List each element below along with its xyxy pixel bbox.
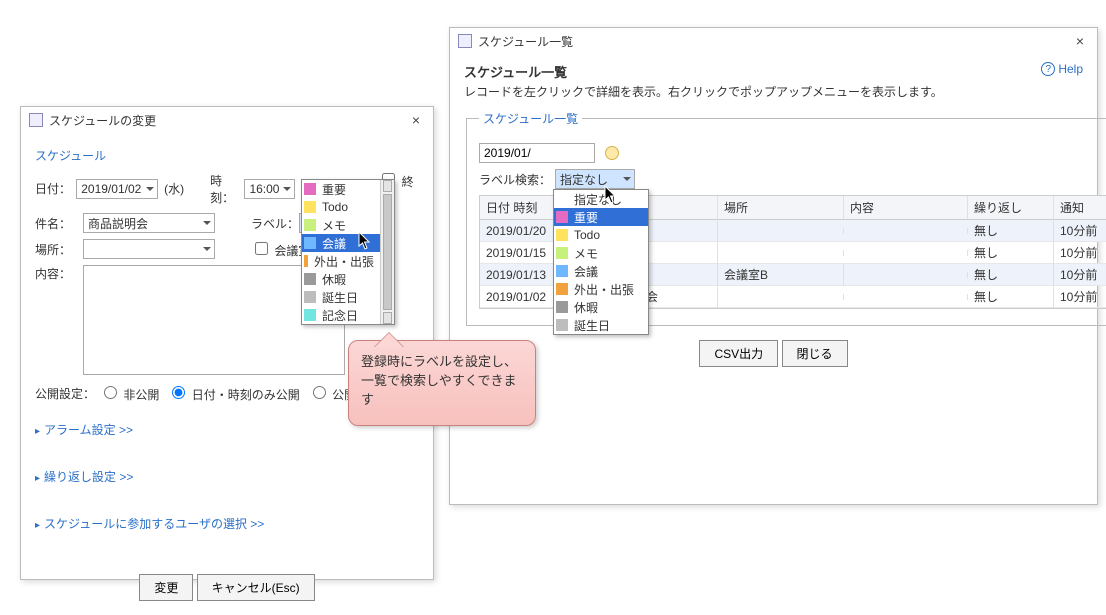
table-cell: 無し xyxy=(968,263,1054,286)
col-content[interactable]: 内容 xyxy=(844,196,968,219)
dropdown-option[interactable]: 指定なし xyxy=(554,190,648,208)
label-filter-dropdown[interactable]: 指定なし重要Todoメモ会議外出・出張休暇誕生日 xyxy=(553,189,649,335)
publish-opt-1[interactable]: 日付・時刻のみ公開 xyxy=(167,383,299,403)
dropdown-option[interactable]: 誕生日 xyxy=(302,288,380,306)
table-cell xyxy=(718,250,844,256)
labeltag-label: ラベル： xyxy=(251,215,299,232)
label-filter-field[interactable]: 指定なし xyxy=(555,169,635,189)
table-cell: 無し xyxy=(968,285,1054,308)
dropdown-option[interactable]: 誕生日 xyxy=(554,316,648,334)
content-label: 内容： xyxy=(35,265,83,282)
close-icon[interactable]: × xyxy=(1071,33,1089,49)
date-label: 日付： xyxy=(35,180,76,197)
table-cell: 10分前 xyxy=(1054,263,1106,286)
dropdown-option[interactable]: 会議 xyxy=(302,234,380,252)
members-expander[interactable]: スケジュールに参加するユーザの選択 >> xyxy=(35,515,419,532)
dropdown-option[interactable]: 会議 xyxy=(554,262,648,280)
subject-label: 件名： xyxy=(35,215,83,232)
weekday-label: (水) xyxy=(164,180,184,197)
label-filter-label: ラベル検索： xyxy=(479,171,551,188)
ok-button[interactable]: 変更 xyxy=(139,574,193,601)
dropdown-option[interactable]: 重要 xyxy=(554,208,648,226)
edit-titlebar: スケジュールの変更 × xyxy=(21,107,433,133)
table-cell: 10分前 xyxy=(1054,219,1106,242)
list-description: レコードを左クリックで詳細を表示。右クリックでポップアップメニューを表示します。 xyxy=(464,83,1041,100)
table-cell xyxy=(844,228,968,234)
hint-icon[interactable] xyxy=(605,146,619,160)
calendar-icon xyxy=(29,113,43,127)
dropdown-option[interactable]: 記念日 xyxy=(302,306,380,324)
csv-button[interactable]: CSV出力 xyxy=(699,340,778,367)
table-cell xyxy=(844,272,968,278)
table-cell: 無し xyxy=(968,241,1054,264)
place-label: 場所： xyxy=(35,241,83,258)
list-box-title: スケジュール一覧 xyxy=(479,110,582,127)
table-cell: 10分前 xyxy=(1054,241,1106,264)
close-icon[interactable]: × xyxy=(407,112,425,128)
table-cell xyxy=(718,294,844,300)
close-button[interactable]: 閉じる xyxy=(782,340,848,367)
calendar-icon xyxy=(458,34,472,48)
table-cell xyxy=(844,294,968,300)
table-cell: 10分前 xyxy=(1054,285,1106,308)
col-place[interactable]: 場所 xyxy=(718,196,844,219)
dropdown-option[interactable]: 外出・出張 xyxy=(554,280,648,298)
publish-opt-0[interactable]: 非公開 xyxy=(99,383,159,403)
dropdown-option[interactable]: Todo xyxy=(554,226,648,244)
callout-bubble: 登録時にラベルを設定し、一覧で検索しやすくできます xyxy=(348,340,536,426)
dropdown-option[interactable]: 休暇 xyxy=(554,298,648,316)
date-field[interactable]: 2019/01/02 xyxy=(76,179,158,199)
dropdown-option[interactable]: メモ xyxy=(302,216,380,234)
dropdown-option[interactable]: 休暇 xyxy=(302,270,380,288)
scroll-thumb[interactable] xyxy=(383,194,392,310)
table-cell xyxy=(718,228,844,234)
scroll-up-icon[interactable] xyxy=(383,180,392,192)
col-repeat[interactable]: 繰り返し xyxy=(968,196,1054,219)
edit-window-title: スケジュールの変更 xyxy=(49,112,407,129)
time-label: 時刻： xyxy=(210,172,244,206)
repeat-expander[interactable]: 繰り返し設定 >> xyxy=(35,468,419,485)
dropdown-option[interactable]: Todo xyxy=(302,198,380,216)
callout-text: 登録時にラベルを設定し、一覧で検索しやすくできます xyxy=(361,351,523,408)
dropdown-option[interactable]: 重要 xyxy=(302,180,380,198)
table-cell xyxy=(844,250,968,256)
table-cell: 会議室B xyxy=(718,263,844,286)
list-window-title: スケジュール一覧 xyxy=(478,33,1071,50)
table-cell: 無し xyxy=(968,219,1054,242)
list-heading: スケジュール一覧 xyxy=(464,62,1041,81)
cancel-button[interactable]: キャンセル(Esc) xyxy=(197,574,315,601)
schedule-list-window: スケジュール一覧 × スケジュール一覧 レコードを左クリックで詳細を表示。右クリ… xyxy=(449,27,1098,505)
publish-label: 公開設定： xyxy=(35,385,99,402)
date-filter-field[interactable] xyxy=(479,143,595,163)
help-link[interactable]: ?Help xyxy=(1041,62,1083,76)
dropdown-option[interactable]: 外出・出張 xyxy=(302,252,380,270)
place-field[interactable] xyxy=(83,239,215,259)
scrollbar[interactable] xyxy=(380,180,394,324)
list-titlebar: スケジュール一覧 × xyxy=(450,28,1097,54)
section-heading: スケジュール xyxy=(35,147,419,164)
time-from-field[interactable]: 16:00 xyxy=(244,179,295,199)
col-notify[interactable]: 通知 xyxy=(1054,196,1106,219)
subject-field[interactable]: 商品説明会 xyxy=(83,213,215,233)
dropdown-option[interactable]: メモ xyxy=(554,244,648,262)
labeltag-dropdown[interactable]: 重要Todoメモ会議外出・出張休暇誕生日記念日 xyxy=(301,179,395,325)
